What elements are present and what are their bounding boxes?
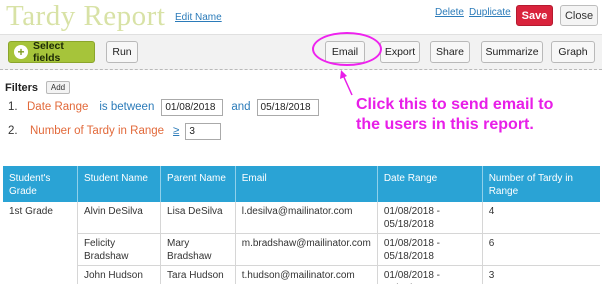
close-button[interactable]: Close xyxy=(560,5,598,26)
column-header[interactable]: Student's Grade xyxy=(3,166,78,202)
select-fields-button[interactable]: + Select fields xyxy=(8,40,95,64)
filter-number: 1. xyxy=(8,101,18,113)
table-header-row: Student's Grade Student Name Parent Name… xyxy=(3,166,600,202)
share-button[interactable]: Share xyxy=(430,41,470,63)
email-cell: t.hudson@mailinator.com xyxy=(234,265,378,284)
date-range-cell: 01/08/2018 - 05/18/2018 xyxy=(376,202,483,234)
student-name-cell: John Hudson xyxy=(76,265,161,284)
filters-label: Filters xyxy=(5,82,39,94)
edit-name-link[interactable]: Edit Name xyxy=(175,12,222,23)
tardy-count-cell: 4 xyxy=(481,202,600,234)
filter-joiner: and xyxy=(231,101,251,113)
filter-operator[interactable]: is between xyxy=(99,101,154,113)
delete-link[interactable]: Delete xyxy=(435,7,464,18)
parent-name-cell: Tara Hudson xyxy=(160,265,236,284)
run-button[interactable]: Run xyxy=(106,41,138,63)
table-row: Felicity Bradshaw Mary Bradshaw m.bradsh… xyxy=(3,233,600,266)
student-name-cell: Felicity Bradshaw xyxy=(76,233,161,266)
date-range-cell: 01/08/2018 - 05/18/2018 xyxy=(376,265,483,284)
filter-row: 2. Number of Tardy in Range ≥ 3 xyxy=(8,122,222,140)
column-header[interactable]: Parent Name xyxy=(160,166,236,202)
report-table: Student's Grade Student Name Parent Name… xyxy=(3,166,600,284)
email-cell: l.desilva@mailinator.com xyxy=(234,202,378,234)
select-fields-label: Select fields xyxy=(32,40,64,64)
tardy-count-cell: 6 xyxy=(481,233,600,266)
email-highlight-oval xyxy=(312,32,382,66)
report-title: Tardy Report xyxy=(6,0,166,32)
filter-field[interactable]: Date Range xyxy=(27,101,88,113)
column-header[interactable]: Email xyxy=(234,166,378,202)
arrow-up-left-icon xyxy=(340,70,353,96)
graph-button[interactable]: Graph xyxy=(551,41,595,63)
filter-end-date-input[interactable]: 05/18/2018 xyxy=(256,98,319,116)
duplicate-link[interactable]: Duplicate xyxy=(469,7,511,18)
date-range-cell: 01/08/2018 - 05/18/2018 xyxy=(376,233,483,266)
email-annotation: Click this to send email to the users in… xyxy=(356,95,600,135)
filter-operator[interactable]: ≥ xyxy=(173,125,179,137)
student-name-cell: Alvin DeSilva xyxy=(76,202,161,234)
filter-field[interactable]: Number of Tardy in Range xyxy=(30,125,164,137)
column-header[interactable]: Number of Tardy in Range xyxy=(481,166,600,202)
filter-row: 1. Date Range is between 01/08/2018 and … xyxy=(8,98,319,116)
annotation-line-1: Click this to send email to xyxy=(356,96,554,113)
grade-cell: 1st Grade xyxy=(9,206,53,217)
column-header[interactable]: Student Name xyxy=(76,166,161,202)
parent-name-cell: Mary Bradshaw xyxy=(160,233,236,266)
email-cell: m.bradshaw@mailinator.com xyxy=(234,233,378,266)
save-button[interactable]: Save xyxy=(516,5,553,26)
parent-name-cell: Lisa DeSilva xyxy=(160,202,236,234)
filter-start-date-input[interactable]: 01/08/2018 xyxy=(161,98,224,116)
table-row: 1st Grade Alvin DeSilva Lisa DeSilva l.d… xyxy=(3,202,600,234)
column-header[interactable]: Date Range xyxy=(376,166,483,202)
add-filter-button[interactable]: Add xyxy=(46,81,70,94)
plus-circle-icon: + xyxy=(14,45,28,59)
tardy-count-cell: 3 xyxy=(481,265,600,284)
export-button[interactable]: Export xyxy=(380,41,420,63)
report-toolbar: + Select fields Run Email Export Share S… xyxy=(0,34,602,70)
report-header: Tardy Report Edit Name Delete Duplicate … xyxy=(0,0,602,34)
summarize-button[interactable]: Summarize xyxy=(481,41,543,63)
annotation-line-2: the users in this report. xyxy=(356,116,534,133)
table-row: John Hudson Tara Hudson t.hudson@mailina… xyxy=(3,265,600,284)
filter-number: 2. xyxy=(8,125,18,137)
filter-count-input[interactable]: 3 xyxy=(185,122,222,140)
